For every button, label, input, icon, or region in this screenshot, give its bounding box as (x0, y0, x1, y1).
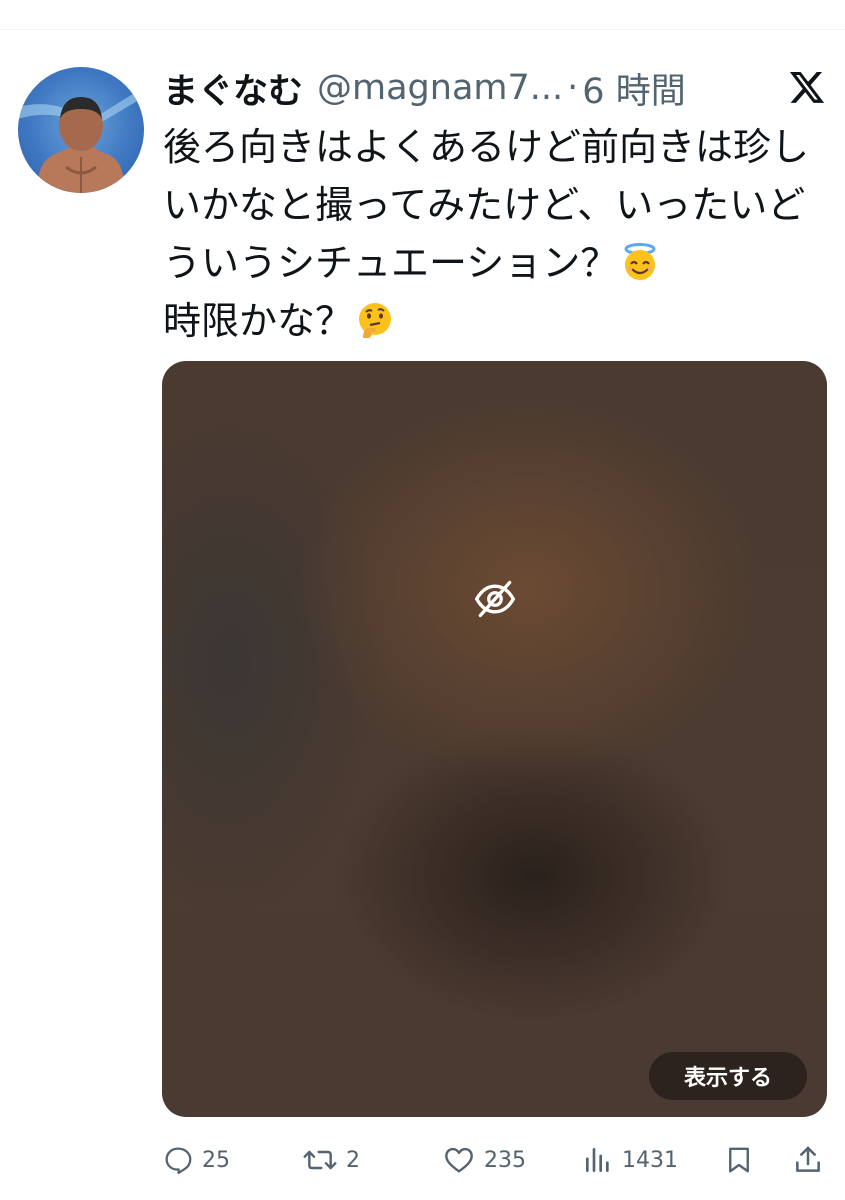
tweet-text: 後ろ向きはよくあるけど前向きは珍しいかなと撮ってみたけど、いったいどういうシチュ… (163, 118, 813, 350)
views-chart-icon (586, 1148, 609, 1172)
tweet-header: まぐなむ @magnam7... · 6 時間 (163, 62, 723, 114)
eye-slash-icon (474, 580, 516, 618)
tweet-text-part1: 後ろ向きはよくあるけど前向きは珍しいかなと撮ってみたけど、いったいどういうシチュ… (163, 125, 810, 285)
separator-dot: · (567, 68, 579, 108)
reply-button[interactable]: 25 (162, 1138, 230, 1182)
like-count: 235 (484, 1147, 526, 1173)
reply-count: 25 (202, 1147, 230, 1173)
thinking-face-icon (359, 303, 392, 338)
display-name[interactable]: まぐなむ (163, 63, 303, 114)
smiling-face-with-halo-icon (624, 243, 656, 280)
heart-icon (445, 1147, 473, 1173)
tweet-text-part2: 時限かな？ (163, 299, 354, 343)
post-time[interactable]: 6 時間 (582, 63, 685, 114)
action-bar: 25 2 235 1431 (162, 1138, 832, 1182)
avatar-image (18, 87, 144, 193)
x-logo-icon[interactable] (788, 68, 826, 106)
retweet-icon (303, 1150, 337, 1170)
views-button[interactable]: 1431 (582, 1138, 678, 1182)
bookmark-button[interactable] (724, 1138, 754, 1182)
user-handle[interactable]: @magnam7... (317, 68, 563, 108)
sensitive-media[interactable]: 表示する (162, 361, 827, 1117)
like-button[interactable]: 235 (442, 1138, 526, 1182)
reply-icon (165, 1147, 192, 1175)
share-button[interactable] (792, 1138, 824, 1182)
views-count: 1431 (622, 1147, 678, 1173)
top-divider (0, 29, 845, 30)
bookmark-icon (729, 1147, 749, 1173)
retweet-count: 2 (346, 1147, 360, 1173)
share-icon (796, 1146, 820, 1172)
show-media-button[interactable]: 表示する (649, 1052, 807, 1100)
retweet-button[interactable]: 2 (302, 1138, 360, 1182)
avatar[interactable] (18, 67, 144, 193)
